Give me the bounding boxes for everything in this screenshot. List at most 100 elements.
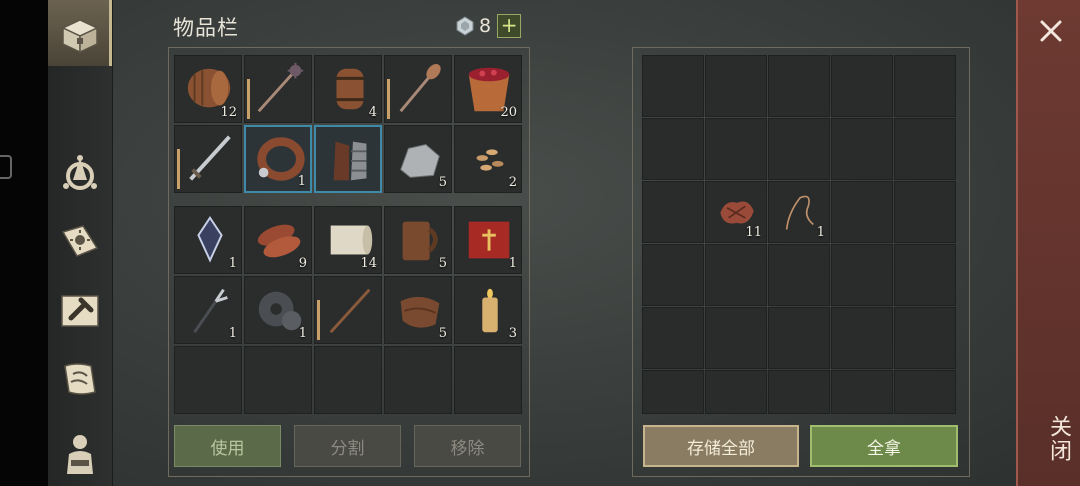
storage-slot[interactable]: [705, 55, 767, 117]
backpack-slot[interactable]: 1: [454, 206, 522, 274]
currency-display: 8 +: [455, 14, 522, 38]
backpack-slot[interactable]: [174, 346, 242, 414]
equipment-slot[interactable]: [174, 125, 242, 193]
item-quantity: 2: [508, 175, 517, 190]
storage-slot[interactable]: [768, 370, 830, 414]
sword-icon: [189, 135, 231, 181]
tripod-icon: [63, 155, 97, 190]
item-quantity: 1: [228, 326, 237, 341]
equipment-slot[interactable]: [384, 55, 452, 123]
storage-slot[interactable]: [768, 244, 830, 306]
backpack-slot[interactable]: 5: [384, 206, 452, 274]
storage-slot[interactable]: 1: [768, 181, 830, 243]
durability-bar: [247, 79, 250, 119]
character-icon: [67, 435, 93, 474]
item-quantity: 5: [438, 175, 447, 190]
backpack-slot[interactable]: 3: [454, 276, 522, 344]
backpack-slot[interactable]: 1: [174, 276, 242, 344]
item-quantity: 5: [438, 256, 447, 271]
remove-button[interactable]: 移除: [414, 425, 521, 467]
storage-slot[interactable]: [768, 307, 830, 369]
storage-slot[interactable]: [642, 55, 704, 117]
take-all-button[interactable]: 全拿: [810, 425, 958, 467]
storage-slot[interactable]: [894, 370, 956, 414]
close-label[interactable]: 关闭: [1022, 415, 1074, 463]
backpack-slot[interactable]: [384, 346, 452, 414]
tab-quests[interactable]: [48, 346, 112, 412]
backpack-slot[interactable]: 1: [174, 206, 242, 274]
equipment-slot[interactable]: [244, 55, 312, 123]
equipment-slot[interactable]: 20: [454, 55, 522, 123]
storage-slot[interactable]: [831, 181, 893, 243]
backpack-slot[interactable]: 9: [244, 206, 312, 274]
backpack-slot[interactable]: [314, 346, 382, 414]
backpack-slot[interactable]: [244, 346, 312, 414]
storage-slot[interactable]: [705, 370, 767, 414]
close-icon[interactable]: [1038, 18, 1064, 44]
tab-crafting[interactable]: [48, 140, 112, 206]
storage-grid: 11 1: [642, 55, 956, 432]
item-quantity: 11: [745, 225, 762, 240]
storage-slot[interactable]: 11: [705, 181, 767, 243]
durability-bar: [387, 79, 390, 119]
backpack-slot[interactable]: [314, 276, 382, 344]
sidebar: [48, 0, 113, 486]
equipment-slot[interactable]: 12: [174, 55, 242, 123]
durability-bar: [177, 149, 180, 189]
storage-slot[interactable]: [642, 244, 704, 306]
inventory-title: 物品栏: [173, 16, 239, 40]
storage-slot[interactable]: [894, 118, 956, 180]
screen-edge: [0, 0, 48, 486]
storage-slot[interactable]: [894, 55, 956, 117]
gem-count: 8: [479, 15, 492, 37]
item-quantity: 1: [508, 256, 517, 271]
equipment-slot[interactable]: 2: [454, 125, 522, 193]
item-quantity: 1: [298, 326, 307, 341]
storage-slot[interactable]: [768, 55, 830, 117]
item-quantity: 12: [220, 105, 237, 120]
item-quantity: 3: [508, 326, 517, 341]
durability-bar: [317, 300, 320, 340]
item-quantity: 5: [438, 326, 447, 341]
equipment-slot[interactable]: 1: [244, 125, 312, 193]
split-button[interactable]: 分割: [294, 425, 401, 467]
backpack-slot[interactable]: [454, 346, 522, 414]
storage-slot[interactable]: [768, 118, 830, 180]
storage-slot[interactable]: [705, 118, 767, 180]
backpack-slot[interactable]: 1: [244, 276, 312, 344]
item-quantity: 20: [500, 105, 517, 120]
backpack-slot[interactable]: 5: [384, 276, 452, 344]
gloves-icon: [333, 141, 367, 181]
storage-slot[interactable]: [705, 307, 767, 369]
stick-icon: [329, 288, 371, 334]
storage-slot[interactable]: [642, 307, 704, 369]
storage-slot[interactable]: [831, 244, 893, 306]
backpack-slot[interactable]: 14: [314, 206, 382, 274]
equipment-slot[interactable]: 5: [384, 125, 452, 193]
tab-character[interactable]: [48, 420, 112, 486]
storage-slot[interactable]: [831, 370, 893, 414]
storage-slot[interactable]: [642, 370, 704, 414]
equipment-slot[interactable]: [314, 125, 382, 193]
storage-slot[interactable]: [642, 181, 704, 243]
storage-slot[interactable]: [831, 55, 893, 117]
storage-slot[interactable]: [894, 244, 956, 306]
tab-inventory-chest[interactable]: [48, 0, 112, 66]
equipment-grid: 12 4 20 1 5 2: [174, 55, 522, 193]
storage-slot[interactable]: [894, 307, 956, 369]
storage-slot[interactable]: [642, 118, 704, 180]
use-button[interactable]: 使用: [174, 425, 281, 467]
hammer-icon: [61, 295, 99, 327]
storage-slot[interactable]: [831, 118, 893, 180]
edge-indicator: [0, 155, 12, 179]
store-all-button[interactable]: 存储全部: [643, 425, 799, 467]
storage-slot[interactable]: [831, 307, 893, 369]
tab-build[interactable]: [48, 278, 112, 344]
close-panel[interactable]: [1016, 0, 1080, 486]
add-currency-button[interactable]: +: [497, 14, 522, 38]
storage-slot[interactable]: [894, 181, 956, 243]
equipment-slot[interactable]: 4: [314, 55, 382, 123]
tab-journal[interactable]: [48, 208, 112, 274]
sun-book-icon: [61, 225, 99, 257]
storage-slot[interactable]: [705, 244, 767, 306]
